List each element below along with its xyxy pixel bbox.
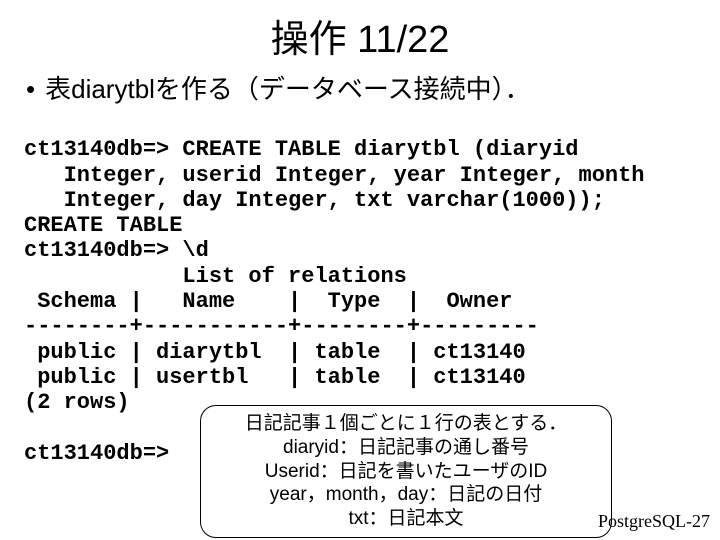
code-line: ct13140db=> CREATE TABLE diarytbl (diary… xyxy=(24,137,579,162)
slide: 操作 11/22 • 表diarytblを作る（データベース接続中）． ct13… xyxy=(0,0,720,540)
bullet-dot: • xyxy=(26,74,35,105)
slide-title: 操作 11/22 xyxy=(20,8,700,63)
callout-box: 日記記事１個ごとに１行の表とする． diaryid：日記記事の通し番号 User… xyxy=(200,405,612,538)
code-line: --------+-----------+--------+--------- xyxy=(24,314,539,339)
code-line: Integer, userid Integer, year Integer, m… xyxy=(24,163,645,188)
callout-line: txt：日記本文 xyxy=(211,507,601,531)
callout-line: Userid：日記を書いたユーザのID xyxy=(211,460,601,484)
callout-line: diaryid：日記記事の通し番号 xyxy=(211,436,601,460)
code-line: Schema | Name | Type | Owner xyxy=(24,289,512,314)
code-line: ct13140db=> xyxy=(24,441,169,466)
callout-line: year，month，day：日記の日付 xyxy=(211,483,601,507)
code-line: (2 rows) xyxy=(24,390,130,415)
bullet-item: • 表diarytblを作る（データベース接続中）． xyxy=(26,69,700,106)
code-line: public | usertbl | table | ct13140 xyxy=(24,365,526,390)
code-line: Integer, day Integer, txt varchar(1000))… xyxy=(24,188,605,213)
code-line: CREATE TABLE xyxy=(24,213,182,238)
code-line: public | diarytbl | table | ct13140 xyxy=(24,340,526,365)
slide-footer: PostgreSQL-27 xyxy=(598,511,710,532)
callout-line: 日記記事１個ごとに１行の表とする． xyxy=(211,412,601,436)
code-line: ct13140db=> \d xyxy=(24,238,209,263)
code-line: List of relations xyxy=(24,264,407,289)
bullet-text: 表diarytblを作る（データベース接続中）． xyxy=(45,69,531,106)
